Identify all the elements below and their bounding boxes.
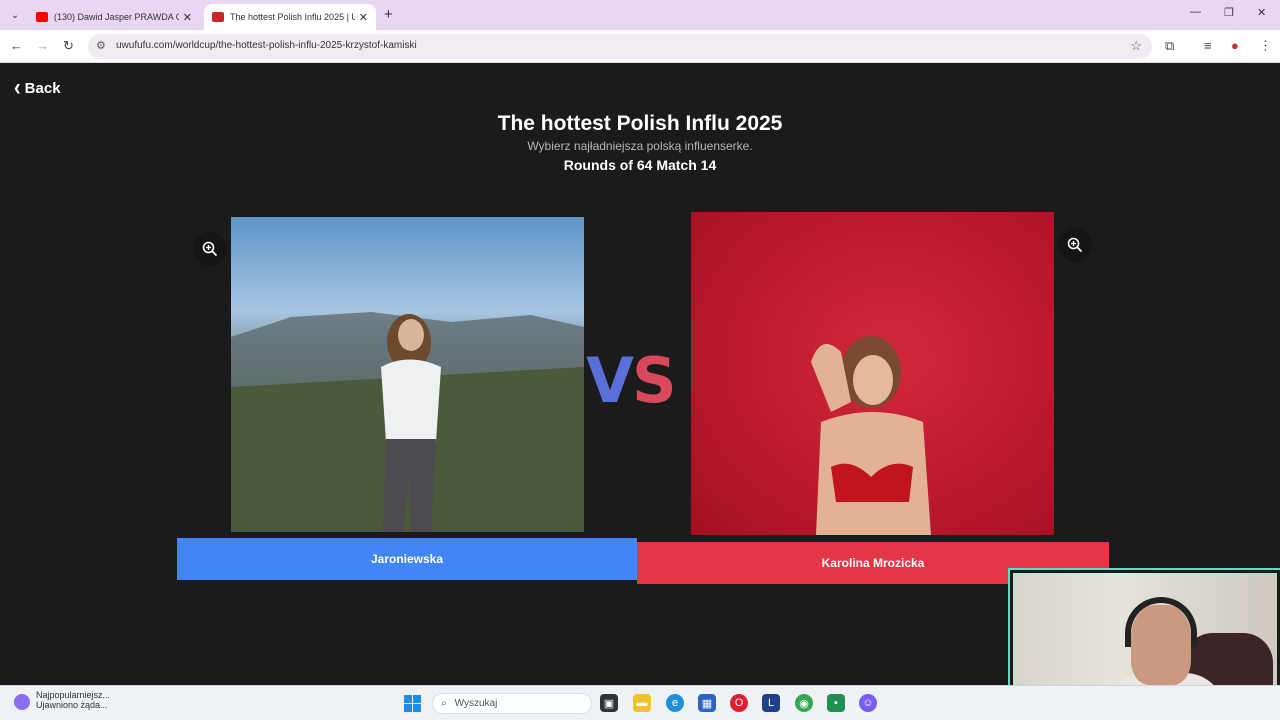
- uwufufu-icon: [212, 12, 224, 22]
- reload-icon[interactable]: ↻: [63, 38, 74, 54]
- url-text[interactable]: uwufufu.com/worldcup/the-hottest-polish-…: [116, 40, 417, 51]
- tab-search-button[interactable]: ⌄: [6, 6, 24, 24]
- page-title: The hottest Polish Influ 2025: [497, 112, 783, 135]
- round-label: Rounds of 64 Match 14: [563, 157, 717, 173]
- zoom-right-button[interactable]: [1058, 228, 1092, 262]
- search-placeholder: Wyszukaj: [454, 698, 498, 709]
- address-bar[interactable]: ⚙ uwufufu.com/worldcup/the-hottest-polis…: [88, 34, 1152, 59]
- new-tab-button[interactable]: +: [384, 6, 393, 23]
- chrome-icon[interactable]: ◉: [795, 694, 813, 712]
- file-explorer-icon[interactable]: ▬: [633, 694, 651, 712]
- zoom-in-icon: [202, 241, 218, 257]
- webcam-headphones: [1125, 597, 1197, 647]
- right-photo-illustration: [811, 336, 931, 535]
- news-icon: [14, 694, 30, 710]
- back-arrow-icon[interactable]: ←: [10, 38, 23, 53]
- news-title: Najpopularniejsz...: [36, 690, 111, 700]
- tab-youtube[interactable]: (130) Dawid Jasper PRAWDA O ✕: [28, 4, 200, 30]
- task-view-icon[interactable]: ▣: [600, 694, 618, 712]
- back-label: Back: [24, 79, 61, 97]
- choose-left-button[interactable]: Jaroniewska: [177, 538, 637, 580]
- youtube-icon: [36, 12, 48, 22]
- menu-icon[interactable]: ⋮: [1259, 38, 1272, 54]
- vs-label: VS: [586, 344, 677, 417]
- extensions-icon[interactable]: ⧉: [1165, 38, 1174, 54]
- forward-arrow-icon[interactable]: →: [36, 38, 49, 53]
- tab-uwufufu[interactable]: The hottest Polish Influ 2025 | U ✕: [204, 4, 376, 30]
- app-green-icon[interactable]: ▪: [827, 694, 845, 712]
- zoom-in-icon: [1067, 237, 1083, 253]
- taskbar-search[interactable]: ⌕ Wyszukaj: [432, 693, 592, 714]
- close-tab-icon[interactable]: ✕: [359, 11, 368, 24]
- restore-icon[interactable]: ❐: [1224, 6, 1234, 19]
- vs-letter-s: S: [631, 344, 677, 417]
- opera-icon[interactable]: O: [730, 694, 748, 712]
- back-button[interactable]: ‹ Back: [14, 74, 61, 102]
- tab-title: The hottest Polish Influ 2025 | U: [230, 12, 355, 22]
- bookmark-star-icon[interactable]: ☆: [1130, 38, 1142, 54]
- minimize-icon[interactable]: —: [1190, 6, 1201, 18]
- media-controls-icon[interactable]: ≡: [1204, 38, 1212, 53]
- news-widget[interactable]: Najpopularniejsz... Ujawniono żąda...: [14, 690, 110, 710]
- app-l-icon[interactable]: L: [762, 694, 780, 712]
- close-window-icon[interactable]: ✕: [1257, 6, 1266, 19]
- chevron-left-icon: ‹: [14, 74, 21, 102]
- browser-toolbar: ← → ↻ ⚙ uwufufu.com/worldcup/the-hottest…: [0, 30, 1280, 63]
- news-text: Ujawniono żąda...: [36, 700, 108, 710]
- profile-avatar-icon[interactable]: ●: [1231, 38, 1239, 53]
- store-icon[interactable]: ▦: [698, 694, 716, 712]
- tab-title: (130) Dawid Jasper PRAWDA O: [54, 12, 179, 22]
- right-candidate-image[interactable]: [691, 212, 1054, 535]
- site-info-icon[interactable]: ⚙: [96, 39, 106, 52]
- tab-strip: ⌄ (130) Dawid Jasper PRAWDA O ✕ The hott…: [0, 0, 1280, 30]
- left-candidate-image[interactable]: [231, 217, 584, 532]
- left-photo-illustration: [231, 312, 584, 532]
- taskbar: Najpopularniejsz... Ujawniono żąda... ⌕ …: [0, 685, 1280, 720]
- close-tab-icon[interactable]: ✕: [183, 11, 192, 24]
- zoom-left-button[interactable]: [193, 232, 227, 266]
- edge-icon[interactable]: e: [666, 694, 684, 712]
- search-icon: ⌕: [441, 698, 447, 709]
- start-button[interactable]: [404, 695, 421, 712]
- vs-letter-v: V: [586, 344, 634, 417]
- discord-icon[interactable]: ☺: [859, 694, 877, 712]
- page-subtitle: Wybierz najładniejsza polską influenserk…: [527, 139, 753, 153]
